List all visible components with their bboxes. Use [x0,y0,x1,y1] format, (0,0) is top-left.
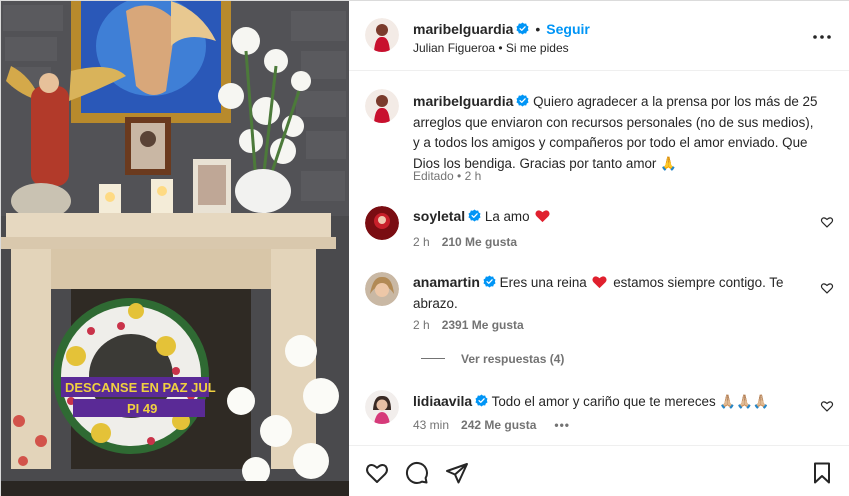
caption-meta: Editado • 2 h [413,169,482,183]
header-user-line: maribelguardia • Seguir [413,21,590,37]
replies-divider [421,358,445,359]
view-replies-button[interactable]: Ver respuestas (4) [421,352,564,366]
comment-time: 2 h [413,318,430,332]
heart-icon[interactable] [365,461,389,485]
comment-time: 43 min [413,418,450,432]
share-icon[interactable] [445,461,469,485]
comment-likes[interactable]: 2391 Me gusta [442,318,524,332]
comment-time: 2 h [413,235,430,249]
caption-avatar[interactable] [365,89,399,123]
verified-badge-icon [516,94,529,107]
comment-text: Eres una reina [499,275,587,290]
comment-meta: 2 h 210 Me gusta [413,235,517,249]
like-comment-heart-icon[interactable] [820,399,834,413]
caption-username[interactable]: maribelguardia [413,93,513,109]
comment-icon[interactable] [405,461,429,485]
post-photo[interactable]: DESCANSE EN PAZ JUL PI 49 [1,1,349,496]
verified-badge-icon [475,394,488,407]
caption: maribelguardia Quiero agradecer a la pre… [413,91,818,174]
follow-button[interactable]: Seguir [546,21,590,37]
author-avatar[interactable] [365,18,399,52]
comment-username[interactable]: anamartin [413,274,480,290]
red-heart-emoji-icon [592,276,608,289]
like-comment-heart-icon[interactable] [820,215,834,229]
author-username[interactable]: maribelguardia [413,21,513,37]
memorial-altar-image: DESCANSE EN PAZ JUL PI 49 [1,1,349,496]
comment-avatar-soyletal[interactable] [365,206,399,240]
like-comment-heart-icon[interactable] [820,281,834,295]
comment-meta: 43 min 242 Me gusta ••• [413,418,570,432]
comment-username[interactable]: soyletal [413,208,465,224]
view-replies-label: Ver respuestas (4) [461,352,565,366]
audio-track[interactable]: Julian Figueroa • Si me pides [413,41,569,55]
comment-likes[interactable]: 210 Me gusta [442,235,517,249]
comment-avatar-anamartin[interactable] [365,272,399,306]
comment-soyletal: soyletal La amo [413,206,808,228]
comment-text: Todo el amor y cariño que te mereces 🙏🏼🙏… [491,394,770,409]
bookmark-icon[interactable] [810,461,834,485]
post-action-bar [349,445,849,496]
verified-badge-icon [468,209,481,222]
comment-username[interactable]: lidiaavila [413,393,472,409]
comment-more-options[interactable]: ••• [554,418,570,432]
comment-avatar-lidiaavila[interactable] [365,390,399,424]
verified-badge-icon [516,22,529,35]
comment-lidiaavila: lidiaavila Todo el amor y cariño que te … [413,391,808,413]
comment-likes[interactable]: 242 Me gusta [461,418,536,432]
ribbon-line-1: DESCANSE EN PAZ JUL [65,380,216,395]
post-modal: DESCANSE EN PAZ JUL PI 49 maribelguardia… [0,0,849,496]
red-heart-emoji-icon [535,210,550,223]
post-header: maribelguardia • Seguir Julian Figueroa • … [349,1,849,71]
separator-dot: • [535,21,541,37]
comment-meta: 2 h 2391 Me gusta [413,318,524,332]
post-side-panel: maribelguardia • Seguir Julian Figueroa • … [349,1,849,496]
comment-anamartin: anamartin Eres una reina estamos siempre… [413,272,808,314]
comment-text: La amo [484,209,530,224]
verified-badge-icon [483,275,496,288]
ribbon-line-2: PI 49 [127,401,157,416]
more-options-icon[interactable] [812,27,832,47]
